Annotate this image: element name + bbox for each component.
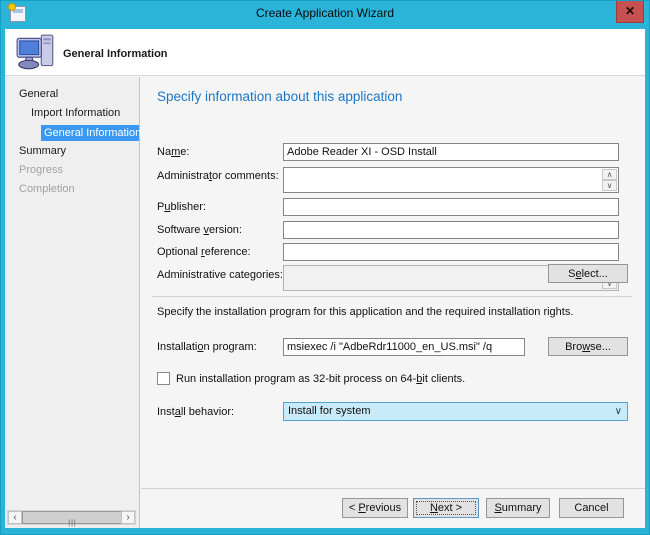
select-button[interactable]: Select... (548, 264, 628, 283)
nav-item-completion: Completion (5, 180, 139, 199)
window-title: Create Application Wizard (1, 6, 649, 20)
browse-button[interactable]: Browse... (548, 337, 628, 356)
thumb-grip-icon: ||| (68, 520, 76, 527)
summary-button[interactable]: Summary (486, 498, 550, 518)
install-behavior-dropdown[interactable]: Install for system ∨ (283, 402, 628, 421)
run-as-32bit-checkbox[interactable] (157, 372, 170, 385)
run-as-32bit-label: Run installation program as 32-bit proce… (176, 373, 465, 385)
scroll-left-icon[interactable]: ‹ (8, 511, 22, 524)
nav-item-summary[interactable]: Summary (5, 142, 139, 161)
installation-program-label: Installation program: (157, 341, 257, 353)
create-application-wizard-window: Create Application Wizard ✕ General Info… (0, 0, 650, 535)
title-bar: Create Application Wizard ✕ (1, 1, 649, 29)
nav-item-import-information[interactable]: Import Information (5, 104, 139, 123)
page-heading: Specify information about this applicati… (157, 89, 402, 104)
dropdown-selected-value: Install for system (288, 405, 371, 417)
name-label: Name: (157, 146, 189, 158)
publisher-input[interactable] (283, 198, 619, 216)
section-divider (152, 296, 632, 297)
wizard-content: Specify information about this applicati… (141, 77, 645, 528)
window-frame: General Information General Import Infor… (5, 29, 645, 528)
software-version-input[interactable] (283, 221, 619, 239)
nav-item-progress: Progress (5, 161, 139, 180)
install-behavior-label: Install behavior: (157, 406, 234, 418)
administrative-categories-label: Administrative categories: (157, 269, 283, 281)
wizard-header: General Information (5, 29, 645, 76)
installation-section-text: Specify the installation program for thi… (157, 306, 573, 318)
nav-item-general-information[interactable]: General Information (41, 125, 139, 141)
administrator-comments-label: Administrator comments: (157, 170, 279, 182)
wizard-nav-sidebar: General Import Information General Infor… (5, 77, 140, 528)
optional-reference-input[interactable] (283, 243, 619, 261)
footer-divider (141, 488, 645, 489)
nav-item-general[interactable]: General (5, 85, 139, 104)
next-button[interactable]: Next > (413, 498, 479, 518)
close-button[interactable]: ✕ (616, 1, 644, 23)
nav-list: General Import Information General Infor… (5, 85, 139, 199)
chevron-down-icon: ∨ (615, 403, 622, 420)
scroll-right-icon[interactable]: › (121, 511, 135, 524)
scroll-up-icon[interactable]: ∧ (602, 169, 617, 180)
installation-program-input[interactable] (283, 338, 525, 356)
administrator-comments-input[interactable]: ∧ ∨ (283, 167, 619, 193)
publisher-label: Publisher: (157, 201, 206, 213)
header-page-title: General Information (63, 48, 168, 60)
scrollbar-thumb[interactable]: ||| (22, 511, 123, 524)
optional-reference-label: Optional reference: (157, 246, 251, 258)
scroll-down-icon[interactable]: ∨ (602, 180, 617, 191)
sidebar-horizontal-scrollbar[interactable]: ‹ ||| › (7, 510, 136, 525)
name-input[interactable] (283, 143, 619, 161)
comments-scrollbar: ∧ ∨ (602, 169, 617, 191)
previous-button[interactable]: < Previous (342, 498, 408, 518)
computer-icon (15, 32, 57, 74)
software-version-label: Software version: (157, 224, 242, 236)
cancel-button[interactable]: Cancel (559, 498, 624, 518)
